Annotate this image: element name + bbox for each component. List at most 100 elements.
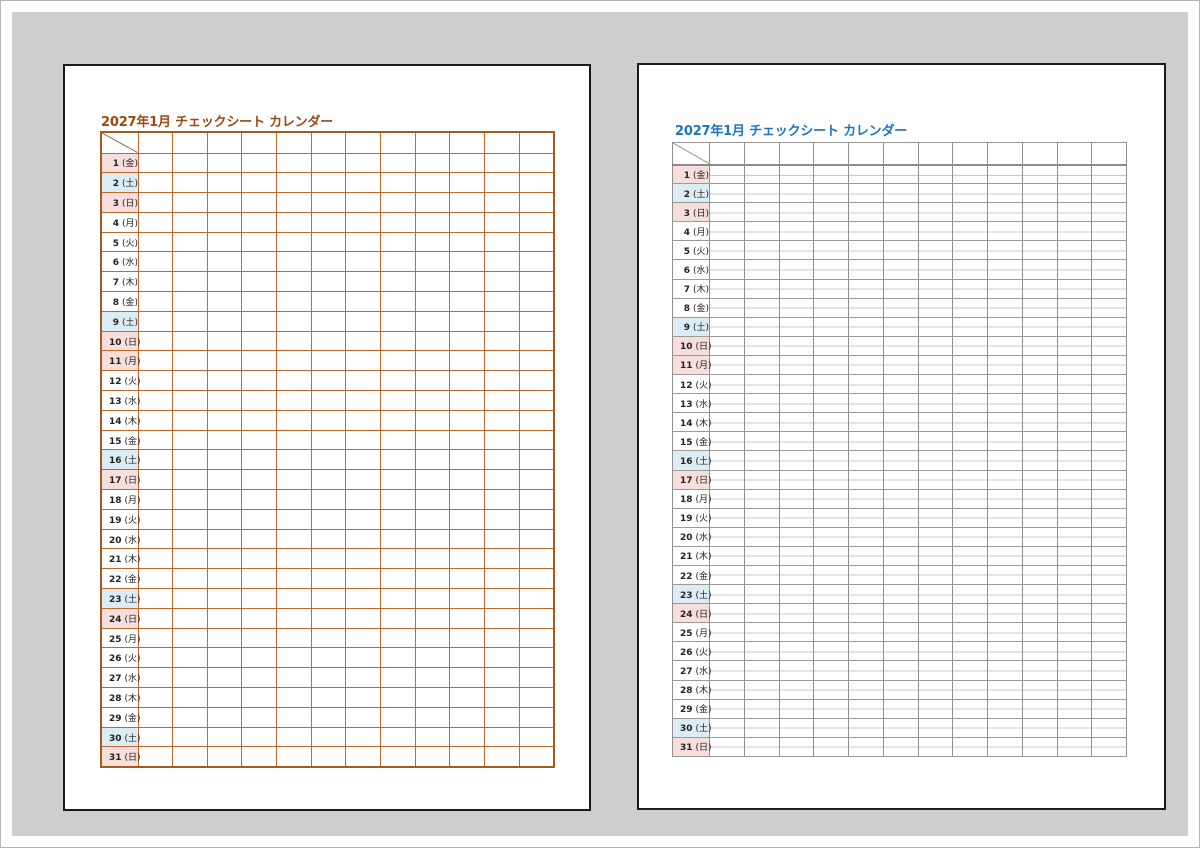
check-cell[interactable] <box>917 679 954 700</box>
check-cell[interactable] <box>449 211 486 233</box>
check-cell[interactable] <box>206 310 243 332</box>
check-cell[interactable] <box>380 409 416 431</box>
check-cell[interactable] <box>813 393 849 414</box>
check-cell[interactable] <box>1021 660 1058 681</box>
check-cell[interactable] <box>518 687 555 708</box>
check-cell[interactable] <box>882 679 919 700</box>
check-cell[interactable] <box>709 240 745 261</box>
check-cell[interactable] <box>414 172 451 194</box>
check-cell[interactable] <box>813 488 849 509</box>
check-cell[interactable] <box>518 469 555 491</box>
check-cell[interactable] <box>414 746 451 768</box>
check-cell[interactable] <box>206 231 243 253</box>
check-cell[interactable] <box>345 330 382 352</box>
check-cell[interactable] <box>206 469 243 491</box>
check-cell[interactable] <box>882 641 919 662</box>
check-cell[interactable] <box>345 192 382 213</box>
check-cell[interactable] <box>137 726 174 748</box>
check-cell[interactable] <box>137 607 174 629</box>
check-cell[interactable] <box>709 412 745 433</box>
check-cell[interactable] <box>345 469 382 491</box>
check-cell[interactable] <box>952 698 988 719</box>
check-cell[interactable] <box>987 183 1023 204</box>
check-cell[interactable] <box>276 647 312 669</box>
check-cell[interactable] <box>1091 221 1127 242</box>
check-cell[interactable] <box>1056 316 1093 337</box>
check-cell[interactable] <box>276 528 312 550</box>
check-cell[interactable] <box>449 330 486 352</box>
check-cell[interactable] <box>743 507 780 528</box>
check-cell[interactable] <box>449 667 486 689</box>
check-cell[interactable] <box>449 271 486 293</box>
check-cell[interactable] <box>518 370 555 392</box>
check-cell[interactable] <box>206 350 243 372</box>
check-cell[interactable] <box>813 374 849 395</box>
check-cell[interactable] <box>1021 584 1058 605</box>
header-cell[interactable] <box>172 131 208 154</box>
check-cell[interactable] <box>917 354 954 376</box>
header-cell[interactable] <box>310 131 347 154</box>
check-cell[interactable] <box>1091 202 1127 223</box>
header-cell[interactable] <box>813 142 849 166</box>
check-cell[interactable] <box>813 450 849 471</box>
check-cell[interactable] <box>414 330 451 352</box>
check-cell[interactable] <box>709 641 745 662</box>
check-cell[interactable] <box>1056 393 1093 414</box>
check-cell[interactable] <box>206 449 243 471</box>
check-cell[interactable] <box>484 390 520 411</box>
check-cell[interactable] <box>241 310 278 332</box>
check-cell[interactable] <box>778 698 815 719</box>
check-cell[interactable] <box>1091 698 1127 719</box>
check-cell[interactable] <box>345 429 382 451</box>
check-cell[interactable] <box>345 390 382 411</box>
check-cell[interactable] <box>917 564 954 586</box>
check-cell[interactable] <box>743 584 780 605</box>
check-cell[interactable] <box>276 588 312 609</box>
check-cell[interactable] <box>345 409 382 431</box>
check-cell[interactable] <box>380 152 416 174</box>
check-cell[interactable] <box>414 449 451 471</box>
header-cell[interactable] <box>518 131 555 154</box>
check-cell[interactable] <box>276 726 312 748</box>
check-cell[interactable] <box>518 627 555 649</box>
check-cell[interactable] <box>241 508 278 530</box>
check-cell[interactable] <box>137 647 174 669</box>
check-cell[interactable] <box>380 508 416 530</box>
check-cell[interactable] <box>1056 374 1093 395</box>
check-cell[interactable] <box>952 240 988 261</box>
check-cell[interactable] <box>241 370 278 392</box>
check-cell[interactable] <box>484 706 520 728</box>
check-cell[interactable] <box>345 291 382 312</box>
check-cell[interactable] <box>206 667 243 689</box>
check-cell[interactable] <box>276 449 312 471</box>
check-cell[interactable] <box>449 489 486 510</box>
check-cell[interactable] <box>813 641 849 662</box>
check-cell[interactable] <box>848 374 884 395</box>
check-cell[interactable] <box>952 622 988 643</box>
check-cell[interactable] <box>1091 736 1127 757</box>
check-cell[interactable] <box>310 568 347 590</box>
check-cell[interactable] <box>743 354 780 376</box>
check-cell[interactable] <box>414 528 451 550</box>
check-cell[interactable] <box>743 736 780 757</box>
check-cell[interactable] <box>882 202 919 223</box>
check-cell[interactable] <box>484 607 520 629</box>
check-cell[interactable] <box>310 350 347 372</box>
check-cell[interactable] <box>380 429 416 451</box>
check-cell[interactable] <box>484 469 520 491</box>
check-cell[interactable] <box>449 469 486 491</box>
check-cell[interactable] <box>518 152 555 174</box>
check-cell[interactable] <box>917 545 954 566</box>
check-cell[interactable] <box>484 251 520 273</box>
check-cell[interactable] <box>518 429 555 451</box>
check-cell[interactable] <box>952 736 988 757</box>
check-cell[interactable] <box>1091 335 1127 356</box>
check-cell[interactable] <box>345 687 382 708</box>
check-cell[interactable] <box>813 354 849 376</box>
check-cell[interactable] <box>137 489 174 510</box>
check-cell[interactable] <box>987 297 1023 318</box>
check-cell[interactable] <box>484 726 520 748</box>
check-cell[interactable] <box>310 687 347 708</box>
check-cell[interactable] <box>1021 240 1058 261</box>
check-cell[interactable] <box>345 251 382 273</box>
